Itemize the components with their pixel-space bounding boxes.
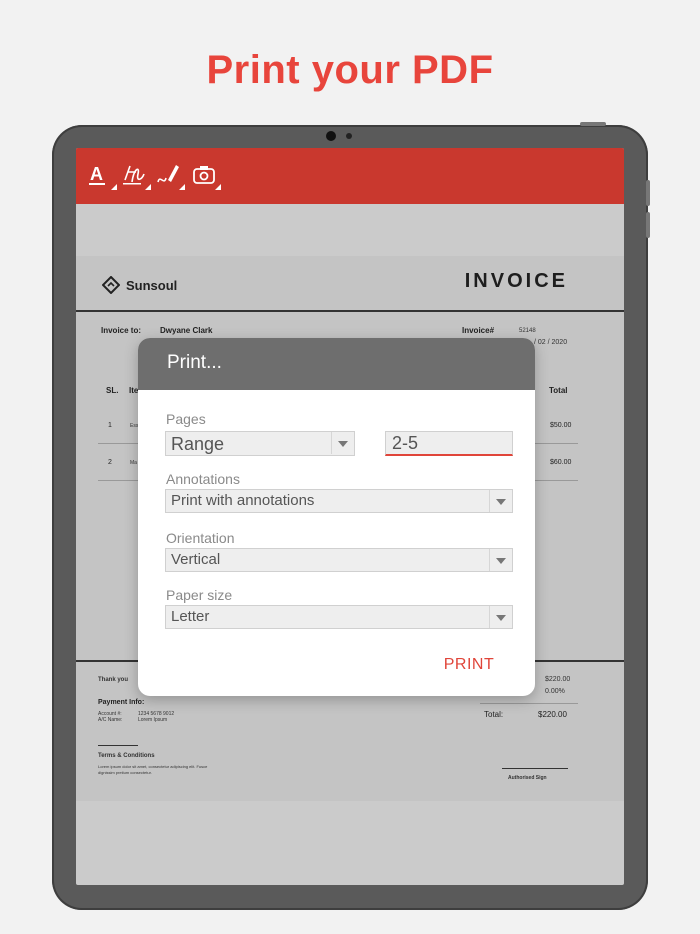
svg-text:A: A xyxy=(90,164,103,184)
orientation-label: Orientation xyxy=(166,530,235,546)
invoice-date: / 02 / 2020 xyxy=(534,339,568,346)
volume-button xyxy=(646,180,650,206)
camera-sensor xyxy=(346,133,352,139)
total-value: $220.00 xyxy=(538,710,567,719)
paper-size-select[interactable]: Letter xyxy=(165,605,513,629)
invoice-title: INVOICE xyxy=(464,270,568,292)
annotation-toolbar: A xyxy=(76,148,624,204)
col-total: Total xyxy=(549,386,568,395)
chevron-down-icon xyxy=(489,490,512,512)
terms-rule xyxy=(98,745,138,746)
subtotal-value: $220.00 xyxy=(545,676,571,683)
authorised-sign: Authorised Sign xyxy=(508,775,547,781)
orientation-select[interactable]: Vertical xyxy=(165,548,513,572)
print-dialog: Print... Pages Range 2-5 Annotations Pri… xyxy=(138,338,535,696)
pen-draw-icon[interactable] xyxy=(156,160,185,190)
front-camera xyxy=(326,131,336,141)
print-button[interactable]: PRINT xyxy=(434,656,504,674)
col-sl: SL. xyxy=(106,386,119,395)
signature-icon[interactable] xyxy=(122,160,151,190)
terms-text: Lorem ipsum dolor sit amet, consectetur … xyxy=(98,764,208,769)
header-divider xyxy=(76,310,624,312)
row-2-total: $60.00 xyxy=(550,459,572,466)
invoice-to-name: Dwyane Clark xyxy=(160,326,213,335)
terms-text: dignissim pretium consectetur. xyxy=(98,770,152,775)
sign-rule xyxy=(502,768,568,769)
pages-select[interactable]: Range xyxy=(165,431,355,456)
terms-label: Terms & Conditions xyxy=(98,753,155,759)
annotations-select[interactable]: Print with annotations xyxy=(165,489,513,513)
annotations-value: Print with annotations xyxy=(171,492,315,509)
ac-name-value: Lorem Ipsum xyxy=(138,717,168,723)
camera-icon[interactable] xyxy=(192,160,221,190)
total-divider xyxy=(480,703,578,704)
row-1-sl: 1 xyxy=(108,422,112,429)
invoice-number-label: Invoice# xyxy=(462,326,495,335)
row-1-total: $50.00 xyxy=(550,422,572,429)
dialog-title: Print... xyxy=(138,338,535,390)
promo-headline: Print your PDF xyxy=(206,48,494,92)
payment-info-label: Payment Info: xyxy=(98,699,145,706)
total-label: Total: xyxy=(484,710,504,719)
text-annotation-icon[interactable]: A xyxy=(88,160,117,190)
tax-value: 0.00% xyxy=(545,688,565,695)
brand-name: Sunsoul xyxy=(126,277,178,293)
pages-label: Pages xyxy=(166,411,206,427)
chevron-down-icon xyxy=(331,432,354,454)
invoice-to-label: Invoice to: xyxy=(101,326,142,335)
invoice-number: 52148 xyxy=(519,328,536,334)
page-range-input[interactable]: 2-5 xyxy=(385,431,513,456)
chevron-down-icon xyxy=(489,549,512,571)
side-button xyxy=(580,122,606,126)
row-2-sl: 2 xyxy=(108,459,112,466)
volume-button xyxy=(646,212,650,238)
col-item: Ite xyxy=(129,386,139,395)
ac-name-label: A/C Name: xyxy=(98,717,123,723)
paper-size-label: Paper size xyxy=(166,587,233,603)
invoice-brand: Sunsoul xyxy=(102,276,177,294)
row-2-item: Ma xyxy=(130,460,137,466)
chevron-down-icon xyxy=(489,606,512,628)
paper-size-value: Letter xyxy=(171,608,210,625)
orientation-value: Vertical xyxy=(171,551,221,568)
thank-you-text: Thank you xyxy=(98,677,129,683)
brand-logo-icon xyxy=(102,276,120,294)
annotations-label: Annotations xyxy=(166,471,240,487)
pages-value: Range xyxy=(171,434,225,454)
